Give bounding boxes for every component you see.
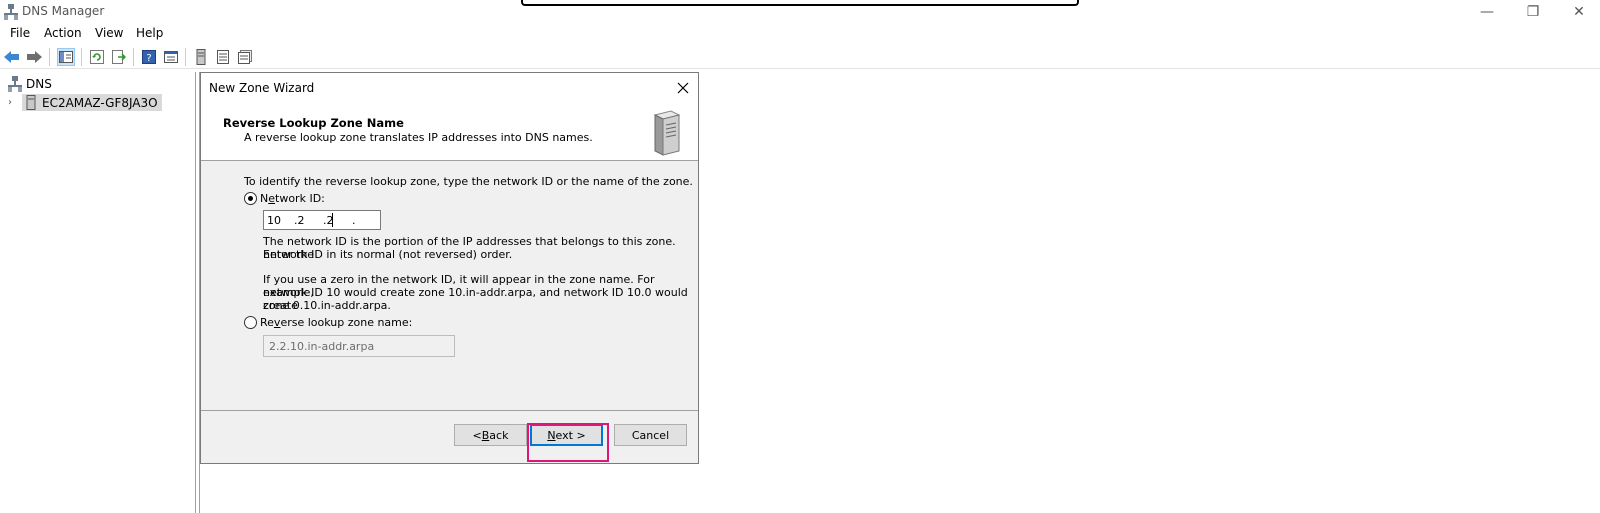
refresh-icon[interactable] bbox=[88, 48, 106, 66]
dialog-titlebar: New Zone Wizard bbox=[201, 73, 698, 103]
zero-note-line3: zone 0.10.in-addr.arpa. bbox=[263, 299, 391, 312]
menu-view[interactable]: View bbox=[95, 26, 123, 40]
text-cursor bbox=[332, 213, 333, 227]
cancel-button[interactable]: Cancel bbox=[614, 424, 687, 446]
ip-octet-1[interactable]: 10 bbox=[267, 214, 281, 227]
instruction-text: To identify the reverse lookup zone, typ… bbox=[244, 175, 693, 188]
server-icon[interactable] bbox=[192, 48, 210, 66]
back-button[interactable]: < Back bbox=[454, 424, 527, 446]
menu-action[interactable]: Action bbox=[44, 26, 82, 40]
dialog-title: New Zone Wizard bbox=[209, 81, 315, 95]
menu-bar: File Action View Help bbox=[0, 24, 1600, 44]
toolbar-separator bbox=[49, 48, 50, 66]
close-window-button[interactable]: ✕ bbox=[1556, 0, 1600, 24]
menu-help[interactable]: Help bbox=[136, 26, 163, 40]
tree-item-dns[interactable]: DNS bbox=[8, 76, 52, 92]
forward-arrow-icon[interactable] bbox=[25, 48, 43, 66]
show-console-tree-icon[interactable] bbox=[57, 48, 75, 66]
dns-icon bbox=[8, 76, 22, 92]
svg-text:?: ? bbox=[146, 53, 151, 64]
toolbar: ? bbox=[0, 45, 1600, 69]
toolbar-separator bbox=[133, 48, 134, 66]
network-id-radio[interactable] bbox=[244, 192, 257, 205]
server-icon bbox=[26, 95, 36, 110]
list-icon[interactable] bbox=[214, 48, 232, 66]
window-title: DNS Manager bbox=[22, 4, 105, 18]
help-icon[interactable]: ? bbox=[140, 48, 158, 66]
tree-item-label: EC2AMAZ-GF8JA3O bbox=[42, 95, 158, 110]
ip-octet-4[interactable]: . bbox=[352, 214, 356, 227]
tree-item-label: DNS bbox=[26, 77, 52, 91]
network-id-input[interactable]: 10 .2 .2 . bbox=[263, 210, 381, 230]
reverse-zone-name-radio[interactable] bbox=[244, 316, 257, 329]
next-button-highlight bbox=[527, 423, 609, 462]
reverse-zone-name-label: Reverse lookup zone name: bbox=[260, 316, 413, 329]
chevron-right-icon[interactable]: › bbox=[8, 97, 20, 108]
close-icon[interactable] bbox=[674, 79, 692, 97]
minimize-button[interactable]: — bbox=[1464, 0, 1510, 24]
properties-icon[interactable] bbox=[162, 48, 180, 66]
wizard-header: Reverse Lookup Zone Name A reverse looku… bbox=[201, 103, 698, 161]
window-titlebar: DNS Manager — ❐ ✕ bbox=[0, 0, 1600, 24]
toolbar-separator bbox=[185, 48, 186, 66]
restore-button[interactable]: ❐ bbox=[1510, 0, 1556, 24]
network-id-label: Network ID: bbox=[260, 192, 325, 205]
new-zone-wizard-dialog: New Zone Wizard Reverse Lookup Zone Name… bbox=[200, 72, 699, 464]
export-list-icon[interactable] bbox=[110, 48, 128, 66]
footer-divider bbox=[201, 410, 698, 411]
reverse-zone-name-input[interactable]: 2.2.10.in-addr.arpa bbox=[263, 335, 455, 357]
network-id-help-line2: network ID in its normal (not reversed) … bbox=[263, 248, 513, 261]
server-tower-icon bbox=[653, 110, 681, 156]
ip-octet-2[interactable]: .2 bbox=[294, 214, 305, 227]
wizard-page-title: Reverse Lookup Zone Name bbox=[223, 116, 404, 130]
toolbar-separator bbox=[81, 48, 82, 66]
tree-item-server[interactable]: › EC2AMAZ-GF8JA3O bbox=[8, 94, 162, 111]
wizard-page-subtitle: A reverse lookup zone translates IP addr… bbox=[244, 131, 593, 144]
dns-manager-icon bbox=[4, 4, 18, 20]
menu-file[interactable]: File bbox=[10, 26, 30, 40]
console-tree: DNS › EC2AMAZ-GF8JA3O bbox=[0, 72, 196, 513]
records-icon[interactable] bbox=[236, 48, 254, 66]
back-arrow-icon[interactable] bbox=[3, 48, 21, 66]
tab-strip bbox=[521, 0, 1079, 6]
